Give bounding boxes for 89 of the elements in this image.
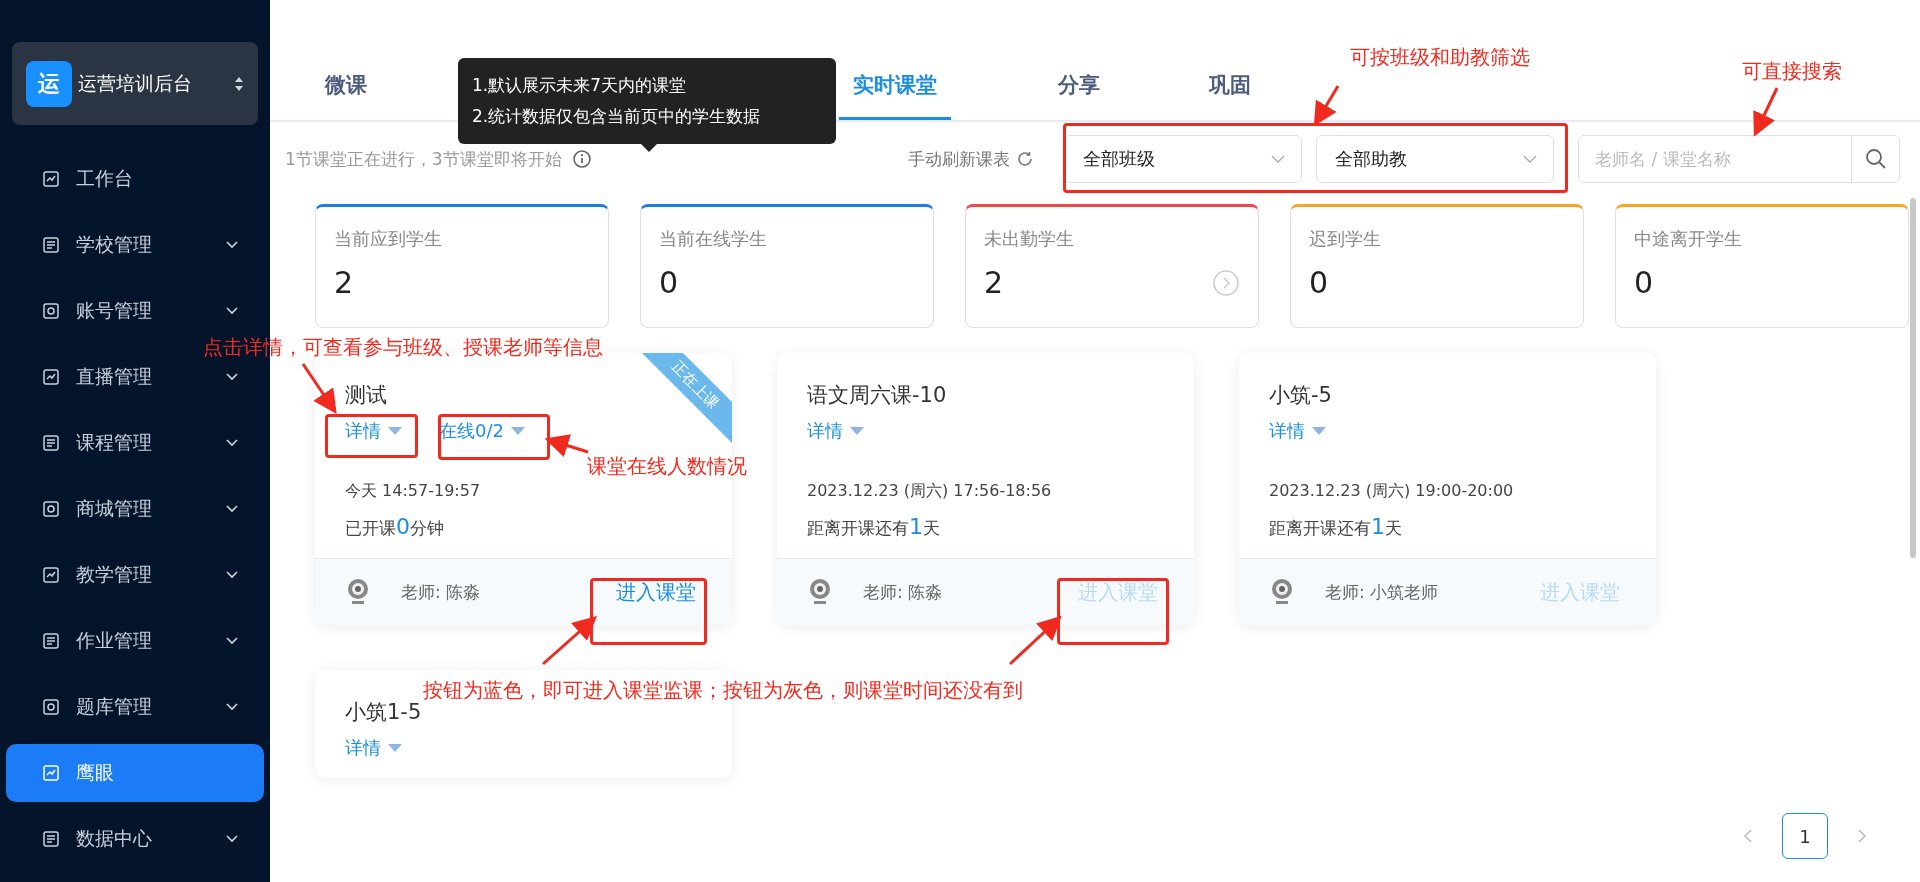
menu-item-icon: [42, 830, 60, 848]
menu-item-icon: [42, 236, 60, 254]
chevron-down-icon: [1271, 155, 1285, 163]
annotation-text: 可直接搜索: [1742, 58, 1842, 85]
sidebar-item[interactable]: 账号管理: [6, 287, 264, 335]
arrow: [301, 363, 337, 414]
page-button[interactable]: 1: [1782, 813, 1828, 859]
sidebar-item[interactable]: 教学管理: [6, 551, 264, 599]
stat-value: 0: [1309, 265, 1329, 300]
search-button[interactable]: [1851, 136, 1899, 182]
stat-value: 2: [334, 265, 354, 300]
sidebar-item[interactable]: 商城管理: [6, 485, 264, 533]
stat-label: 当前应到学生: [334, 227, 443, 251]
menu-item-icon: [42, 632, 60, 650]
summary-text: 1节课堂正在进行，3节课堂即将开始: [285, 147, 562, 171]
sidebar-item[interactable]: 课程管理: [6, 419, 264, 467]
class-status: 距离开课还有1天: [1269, 514, 1403, 540]
caret-down-icon: [1311, 426, 1327, 436]
annotation-text: 可按班级和助教筛选: [1350, 44, 1530, 71]
stat-label: 中途离开学生: [1634, 227, 1743, 251]
annotation-text: 按钮为蓝色，即可进入课堂监课；按钮为灰色，则课堂时间还没有到: [423, 677, 1023, 704]
online-count-dropdown[interactable]: 在线0/2: [439, 419, 526, 443]
sidebar-item[interactable]: 作业管理: [6, 617, 264, 665]
stat-label: 迟到学生: [1309, 227, 1382, 251]
app-name: 运营培训后台: [78, 70, 193, 96]
menu-item-icon: [42, 764, 60, 782]
caret-down-icon: [509, 426, 526, 436]
stat-value: 0: [1634, 265, 1654, 300]
class-time: 今天 14:57-19:57: [345, 481, 482, 502]
menu-item-icon: [42, 500, 60, 518]
webcam-icon: [345, 577, 371, 607]
tooltip-line: 2.统计数据仅包含当前页中的学生数据: [472, 105, 762, 128]
arrow: [544, 434, 589, 458]
app-logo: 运: [26, 60, 72, 107]
chevron-down-icon: [1523, 155, 1537, 163]
tab[interactable]: 微课: [323, 71, 369, 120]
search-icon: [1864, 148, 1887, 170]
sidebar-item[interactable]: 工作台: [6, 155, 264, 203]
caret-down-icon: [849, 426, 865, 436]
stat-value: 0: [659, 265, 679, 300]
teacher-name: 老师: 小筑老师: [1325, 580, 1439, 604]
webcam-icon: [807, 577, 833, 607]
arrow: [542, 616, 597, 666]
menu-item-icon: [42, 302, 60, 320]
tab[interactable]: 巩固: [1207, 71, 1253, 120]
menu-item-icon: [42, 698, 60, 716]
teacher-name: 老师: 陈淼: [401, 580, 481, 604]
class-status: 距离开课还有1天: [807, 514, 941, 540]
refresh-icon: [1016, 150, 1034, 168]
arrow: [1753, 87, 1779, 137]
menu-item-icon: [42, 170, 60, 188]
details-dropdown[interactable]: 详情: [345, 419, 403, 443]
scrollbar[interactable]: [1910, 198, 1916, 558]
search-field[interactable]: 老师名 / 课堂名称: [1578, 135, 1900, 183]
class-time: 2023.12.23 (周六) 19:00-20:00: [1269, 481, 1515, 502]
details-dropdown[interactable]: 详情: [345, 736, 403, 760]
caret-down-icon: [387, 743, 403, 753]
chevron-left-icon[interactable]: [1742, 828, 1754, 844]
menu-item-icon: [42, 368, 60, 386]
menu-item-icon: [42, 566, 60, 584]
info-icon[interactable]: [571, 149, 592, 169]
details-dropdown[interactable]: 详情: [807, 419, 865, 443]
sidebar-item[interactable]: 鹰眼: [6, 744, 264, 802]
refresh-button[interactable]: 手动刷新课表: [902, 146, 1040, 172]
dropdown[interactable]: 全部助教: [1316, 135, 1554, 183]
app-switcher[interactable]: 运 运营培训后台: [12, 42, 258, 125]
arrow: [1008, 615, 1062, 666]
teacher-name: 老师: 陈淼: [863, 580, 943, 604]
tab[interactable]: 分享: [1056, 71, 1102, 120]
sort-caret-icon: [234, 75, 244, 92]
caret-down-icon: [387, 426, 403, 436]
stat-value: 2: [984, 265, 1004, 300]
sidebar-item[interactable]: 学校管理: [6, 221, 264, 269]
sidebar-item[interactable]: 题库管理: [6, 683, 264, 731]
class-status: 已开课0分钟: [345, 514, 445, 540]
class-title: 小筑-5: [1269, 382, 1333, 409]
chevron-right-icon[interactable]: [1856, 828, 1868, 844]
class-title: 小筑1-5: [345, 699, 423, 726]
webcam-icon: [1269, 577, 1295, 607]
chevron-right-circle-icon[interactable]: [1212, 268, 1240, 297]
class-time: 2023.12.23 (周六) 17:56-18:56: [807, 481, 1053, 502]
class-title: 语文周六课-10: [807, 382, 948, 409]
sidebar-item[interactable]: 数据中心: [6, 815, 264, 863]
stat-label: 当前在线学生: [659, 227, 768, 251]
annotation-text: 课堂在线人数情况: [587, 453, 747, 480]
stat-label: 未出勤学生: [984, 227, 1075, 251]
tooltip-line: 1.默认展示未来7天内的课堂: [472, 74, 688, 97]
details-dropdown[interactable]: 详情: [1269, 419, 1327, 443]
menu-item-icon: [42, 434, 60, 452]
